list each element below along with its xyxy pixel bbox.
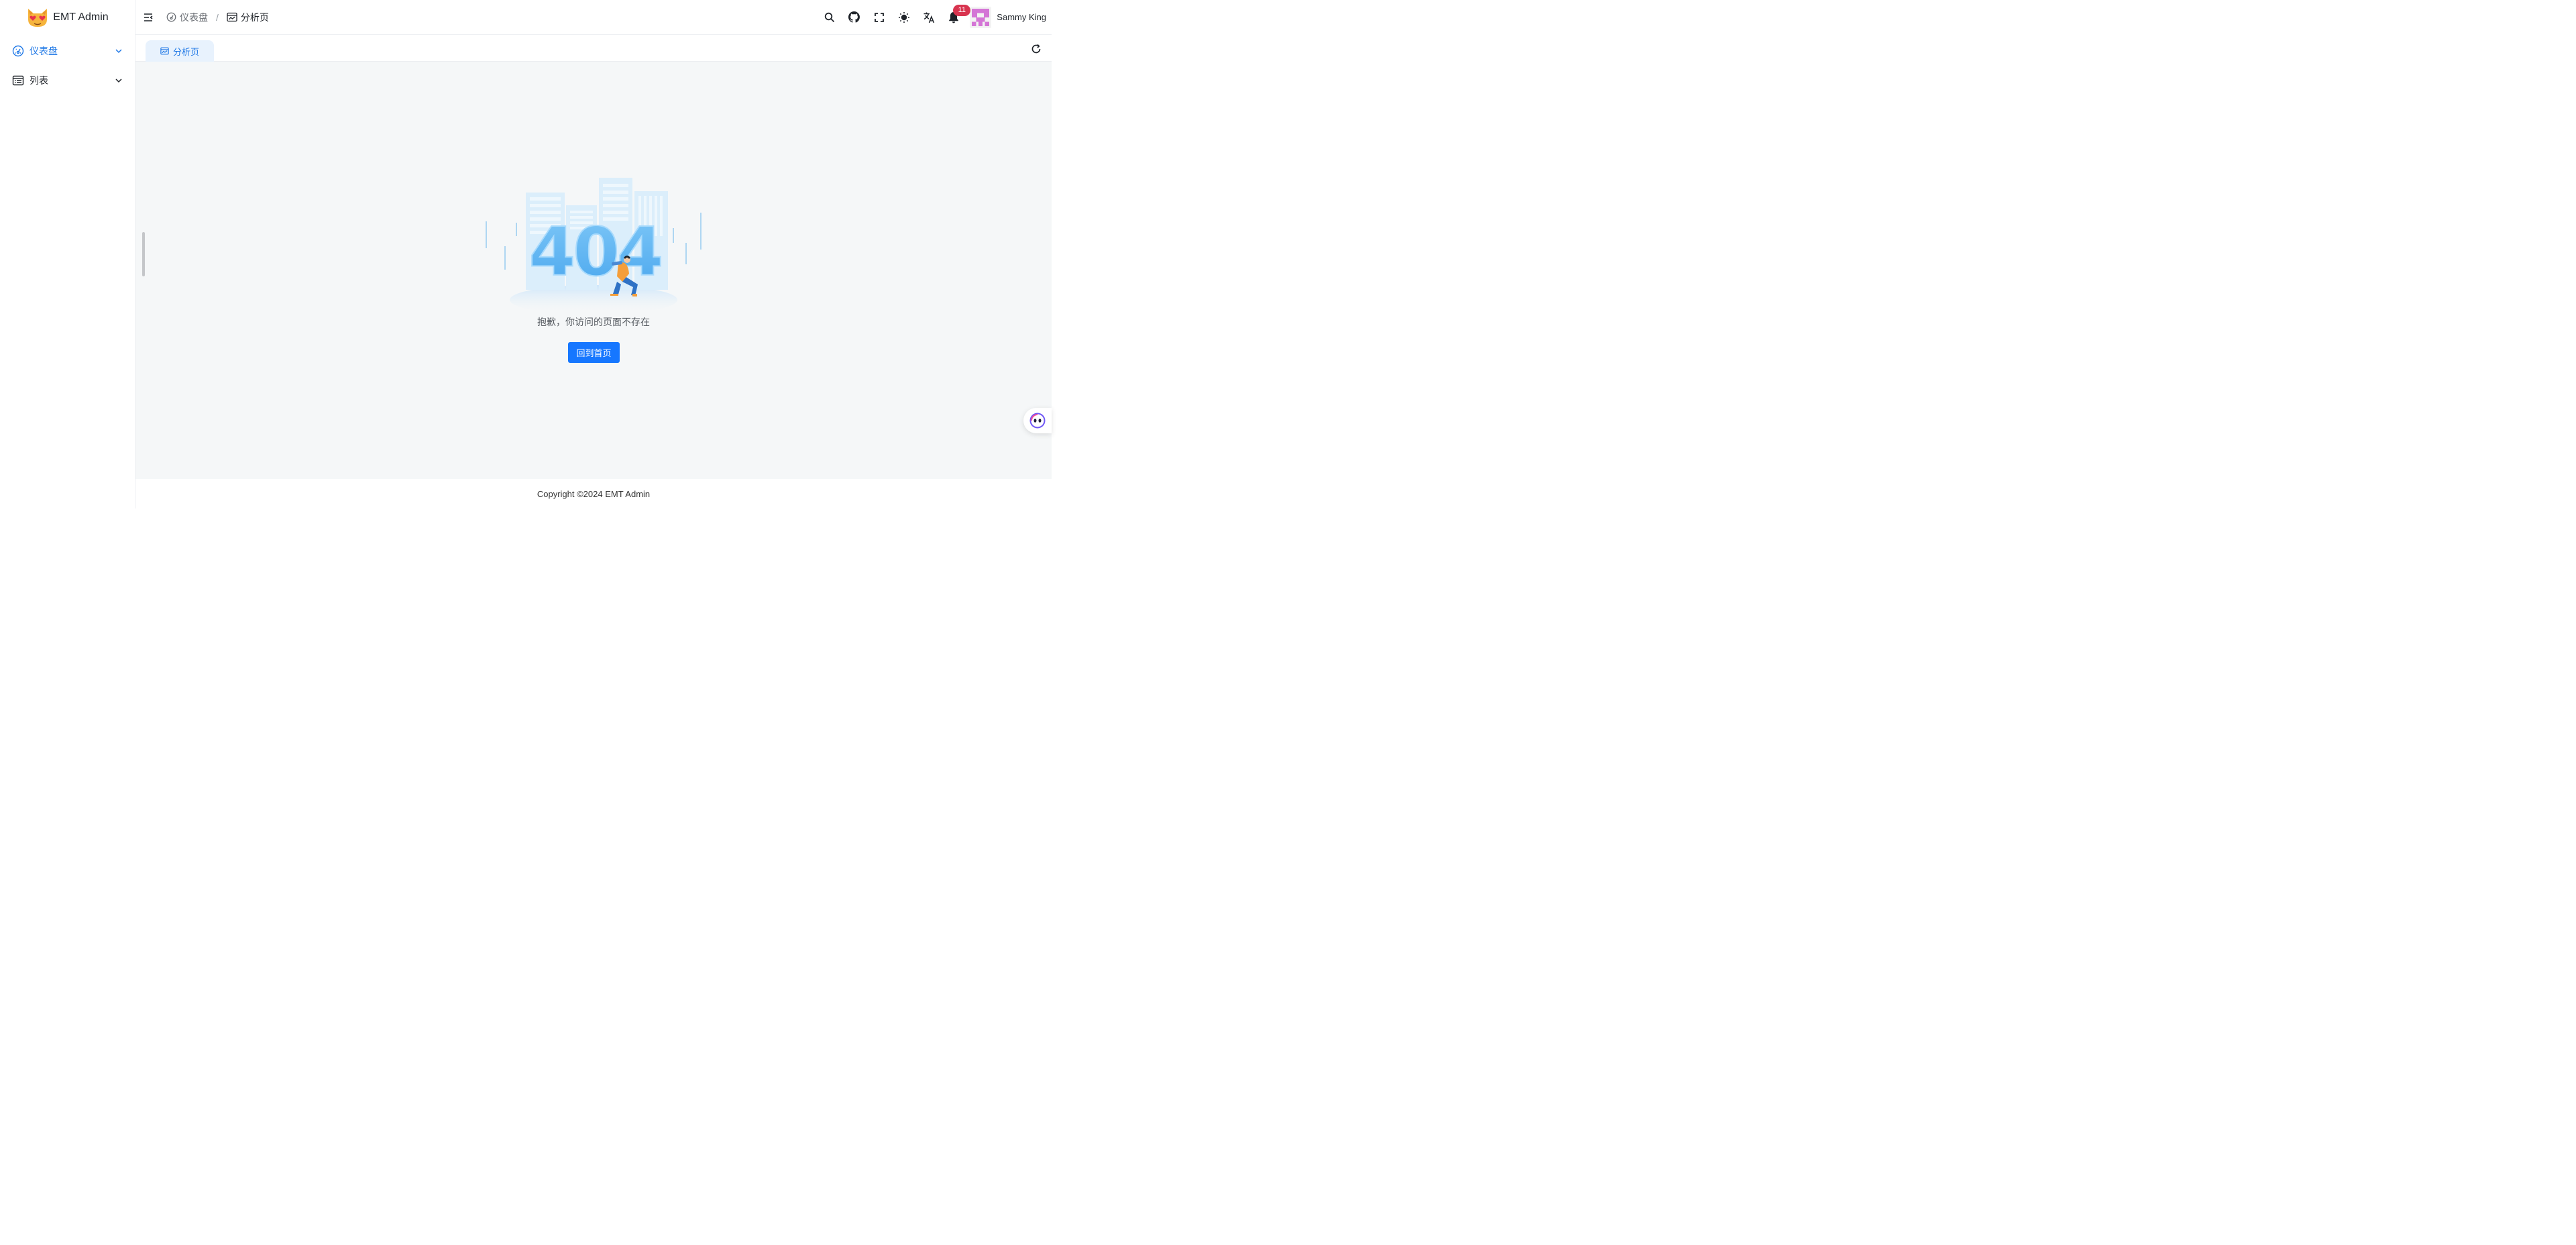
not-found-message: 抱歉，你访问的页面不存在 (537, 317, 650, 327)
breadcrumb-label: 仪表盘 (180, 11, 208, 23)
floating-assistant-button[interactable] (1023, 408, 1052, 433)
analysis-icon (160, 47, 169, 55)
notifications-button[interactable]: 11 (941, 0, 971, 35)
app-logo[interactable]: EMT Admin (0, 0, 135, 35)
github-icon (848, 11, 860, 23)
fullscreen-icon (874, 12, 884, 22)
chevron-down-icon (115, 49, 122, 54)
breadcrumb-item-dashboard[interactable]: 仪表盘 (166, 11, 208, 24)
tab-label: 分析页 (172, 46, 199, 57)
scrollbar[interactable] (142, 232, 145, 276)
avatar (970, 6, 992, 28)
refresh-icon (1031, 44, 1041, 54)
chevron-down-icon (115, 78, 122, 83)
main-content: 404 抱歉，你访问的页面不存在 回到首页 (135, 62, 1052, 479)
back-home-button[interactable]: 回到首页 (568, 342, 620, 363)
top-header: 仪表盘 / 分析页 11 Sammy King (135, 0, 1052, 35)
footer: Copyright ©2024 EMT Admin (135, 479, 1052, 508)
app-title: EMT Admin (53, 11, 109, 23)
sidebar-item-dashboard[interactable]: 仪表盘 (0, 36, 135, 66)
sun-icon (898, 11, 909, 23)
translate-icon (923, 12, 934, 23)
cat-logo-icon (28, 9, 48, 27)
menu-fold-icon (144, 13, 153, 21)
sidebar: EMT Admin 仪表盘 列表 (0, 0, 135, 508)
breadcrumb: 仪表盘 / 分析页 (166, 11, 269, 24)
search-button[interactable] (817, 0, 842, 35)
user-name: Sammy King (997, 12, 1046, 22)
not-found-illustration: 404 (486, 178, 702, 310)
sidebar-menu: 仪表盘 列表 (0, 35, 135, 95)
tabs-bar: 分析页 (135, 35, 1052, 62)
copyright-text: Copyright ©2024 EMT Admin (537, 488, 651, 499)
notification-count-badge: 11 (953, 4, 971, 16)
analysis-icon (227, 12, 237, 22)
search-icon (824, 12, 834, 22)
dashboard-icon (166, 12, 176, 22)
list-icon (12, 75, 24, 86)
github-button[interactable] (842, 0, 866, 35)
collapse-sidebar-button[interactable] (135, 0, 161, 35)
header-actions: 11 Sammy King (817, 0, 1052, 35)
identicon-avatar-icon (972, 8, 990, 26)
tab-analysis[interactable]: 分析页 (146, 40, 214, 62)
dashboard-icon (12, 45, 24, 57)
robot-assistant-icon (1029, 413, 1046, 429)
sidebar-item-list[interactable]: 列表 (0, 66, 135, 95)
breadcrumb-label: 分析页 (240, 11, 269, 23)
breadcrumb-item-analysis: 分析页 (227, 11, 269, 24)
refresh-button[interactable] (1029, 42, 1044, 56)
error-code-text: 404 (529, 213, 661, 291)
theme-toggle-button[interactable] (891, 0, 916, 35)
user-menu[interactable]: Sammy King (970, 6, 1046, 28)
fullscreen-button[interactable] (866, 0, 891, 35)
breadcrumb-separator: / (216, 11, 219, 23)
sidebar-item-label: 列表 (30, 75, 48, 86)
sidebar-item-label: 仪表盘 (30, 46, 58, 56)
language-button[interactable] (916, 0, 941, 35)
